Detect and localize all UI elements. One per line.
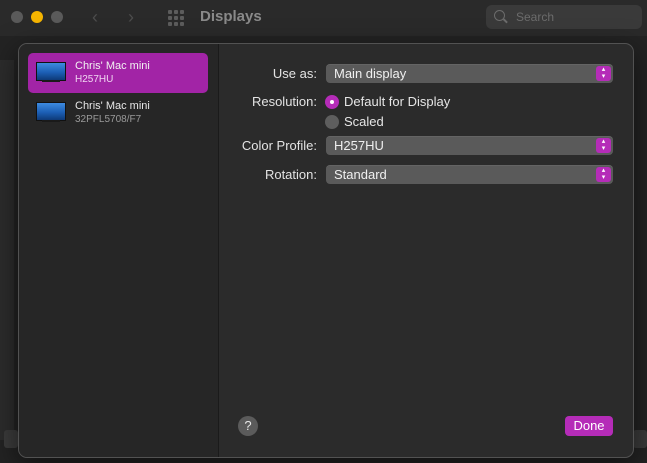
radio-default-for-display-label[interactable]: Default for Display xyxy=(344,94,450,109)
display-model: H257HU xyxy=(75,74,114,85)
popup-arrows-icon: ▴ ▾ xyxy=(596,66,611,81)
popup-arrows-icon: ▴ ▾ xyxy=(596,138,611,153)
zoom-window-button[interactable] xyxy=(51,11,63,23)
use-as-popup[interactable]: Main display ▴ ▾ xyxy=(326,64,613,83)
search-icon xyxy=(494,10,505,21)
display-item-h257hu[interactable]: Chris' Mac mini H257HU xyxy=(28,53,208,93)
color-profile-value: H257HU xyxy=(334,138,384,153)
background-control xyxy=(4,430,18,448)
radio-default-for-display[interactable] xyxy=(325,95,339,109)
help-button[interactable]: ? xyxy=(238,416,258,436)
title-bar: ‹ › Displays Search xyxy=(0,0,647,36)
close-window-button[interactable] xyxy=(11,11,23,23)
display-name: Chris' Mac mini xyxy=(75,100,150,112)
radio-scaled-label[interactable]: Scaled xyxy=(344,114,384,129)
rotation-label: Rotation: xyxy=(264,167,317,182)
search-placeholder: Search xyxy=(516,10,555,24)
monitor-icon xyxy=(36,62,66,82)
display-name: Chris' Mac mini xyxy=(75,60,150,72)
display-list: Chris' Mac mini H257HU Chris' Mac mini 3… xyxy=(19,44,219,457)
use-as-value: Main display xyxy=(334,66,407,81)
popup-arrows-icon: ▴ ▾ xyxy=(596,167,611,182)
rotation-value: Standard xyxy=(334,167,387,182)
resolution-label: Resolution: xyxy=(251,94,317,109)
done-button[interactable]: Done xyxy=(565,416,613,436)
window-title: Displays xyxy=(200,8,262,25)
chevron-right-icon[interactable]: › xyxy=(128,8,134,26)
display-item-32pfl5708[interactable]: Chris' Mac mini 32PFL5708/F7 xyxy=(28,93,208,133)
color-profile-popup[interactable]: H257HU ▴ ▾ xyxy=(326,136,613,155)
monitor-icon xyxy=(36,102,66,122)
use-as-label: Use as: xyxy=(272,66,317,81)
color-profile-label: Color Profile: xyxy=(241,138,317,153)
background-panel xyxy=(0,60,14,440)
rotation-popup[interactable]: Standard ▴ ▾ xyxy=(326,165,613,184)
display-model: 32PFL5708/F7 xyxy=(75,114,142,125)
display-settings-sheet: Chris' Mac mini H257HU Chris' Mac mini 3… xyxy=(18,43,634,458)
background-control xyxy=(633,430,647,448)
search-input[interactable]: Search xyxy=(486,5,642,29)
radio-scaled[interactable] xyxy=(325,115,339,129)
chevron-left-icon[interactable]: ‹ xyxy=(92,8,98,26)
minimize-window-button[interactable] xyxy=(31,11,43,23)
grid-icon[interactable] xyxy=(168,10,184,26)
